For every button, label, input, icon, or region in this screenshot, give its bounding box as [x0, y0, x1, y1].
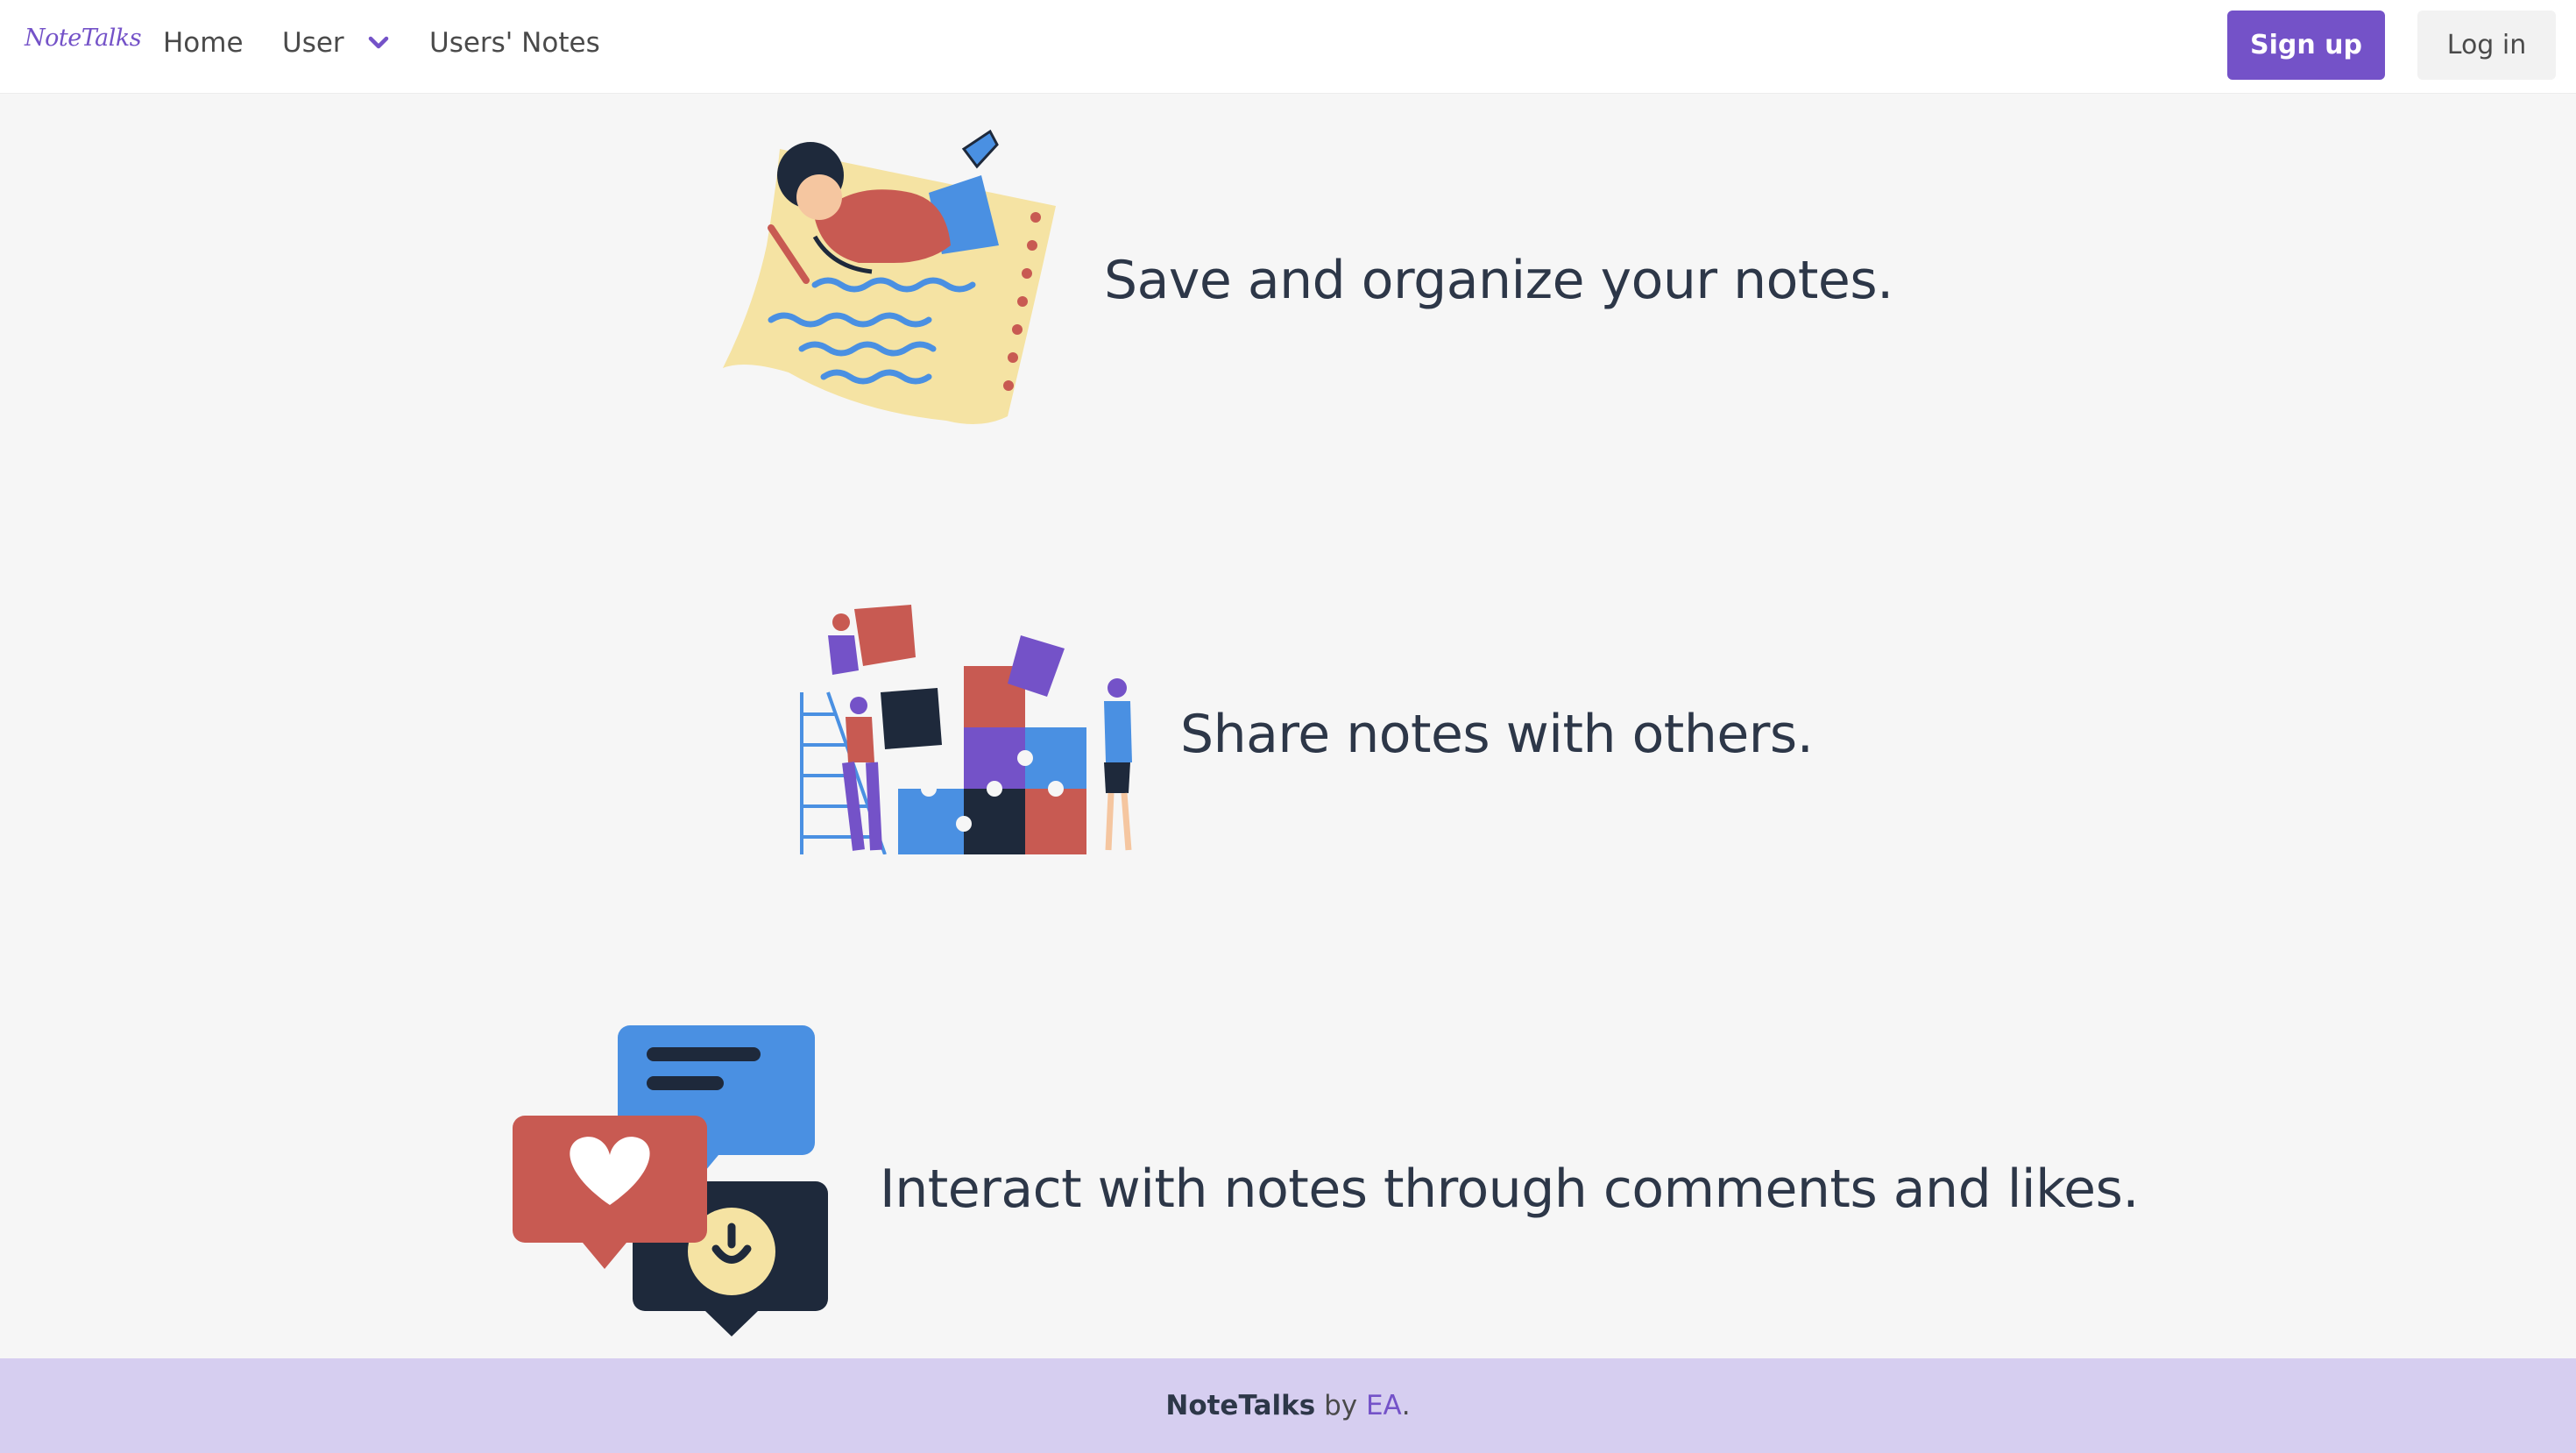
chat-bubbles-heart-smile-illustration — [513, 1025, 828, 1336]
nav-home-link[interactable]: Home — [163, 27, 244, 59]
person-writing-notes-illustration — [723, 129, 1056, 424]
login-button[interactable]: Log in — [2417, 11, 2556, 80]
nav-users-notes-link[interactable]: Users' Notes — [429, 27, 600, 59]
chevron-down-icon — [368, 36, 388, 49]
nav-user-dropdown[interactable]: User — [282, 27, 392, 59]
people-assembling-puzzle-illustration — [800, 605, 1132, 854]
top-navbar: NoteTalks Home User Users' Notes Sign up… — [0, 0, 2576, 94]
nav-user-label: User — [282, 27, 344, 59]
page-footer: NoteTalks by EA . — [0, 1358, 2576, 1453]
footer-author-link[interactable]: EA — [1366, 1390, 1402, 1421]
footer-period: . — [1401, 1390, 1411, 1421]
signup-button[interactable]: Sign up — [2227, 11, 2385, 80]
footer-brand: NoteTalks — [1165, 1390, 1316, 1421]
feature-share-text: Share notes with others. — [1180, 704, 1814, 765]
feature-interact-text: Interact with notes through comments and… — [880, 1159, 2139, 1220]
feature-save-organize-text: Save and organize your notes. — [1104, 250, 1893, 311]
footer-by: by — [1315, 1390, 1366, 1421]
brand-logo[interactable]: NoteTalks — [25, 25, 142, 52]
